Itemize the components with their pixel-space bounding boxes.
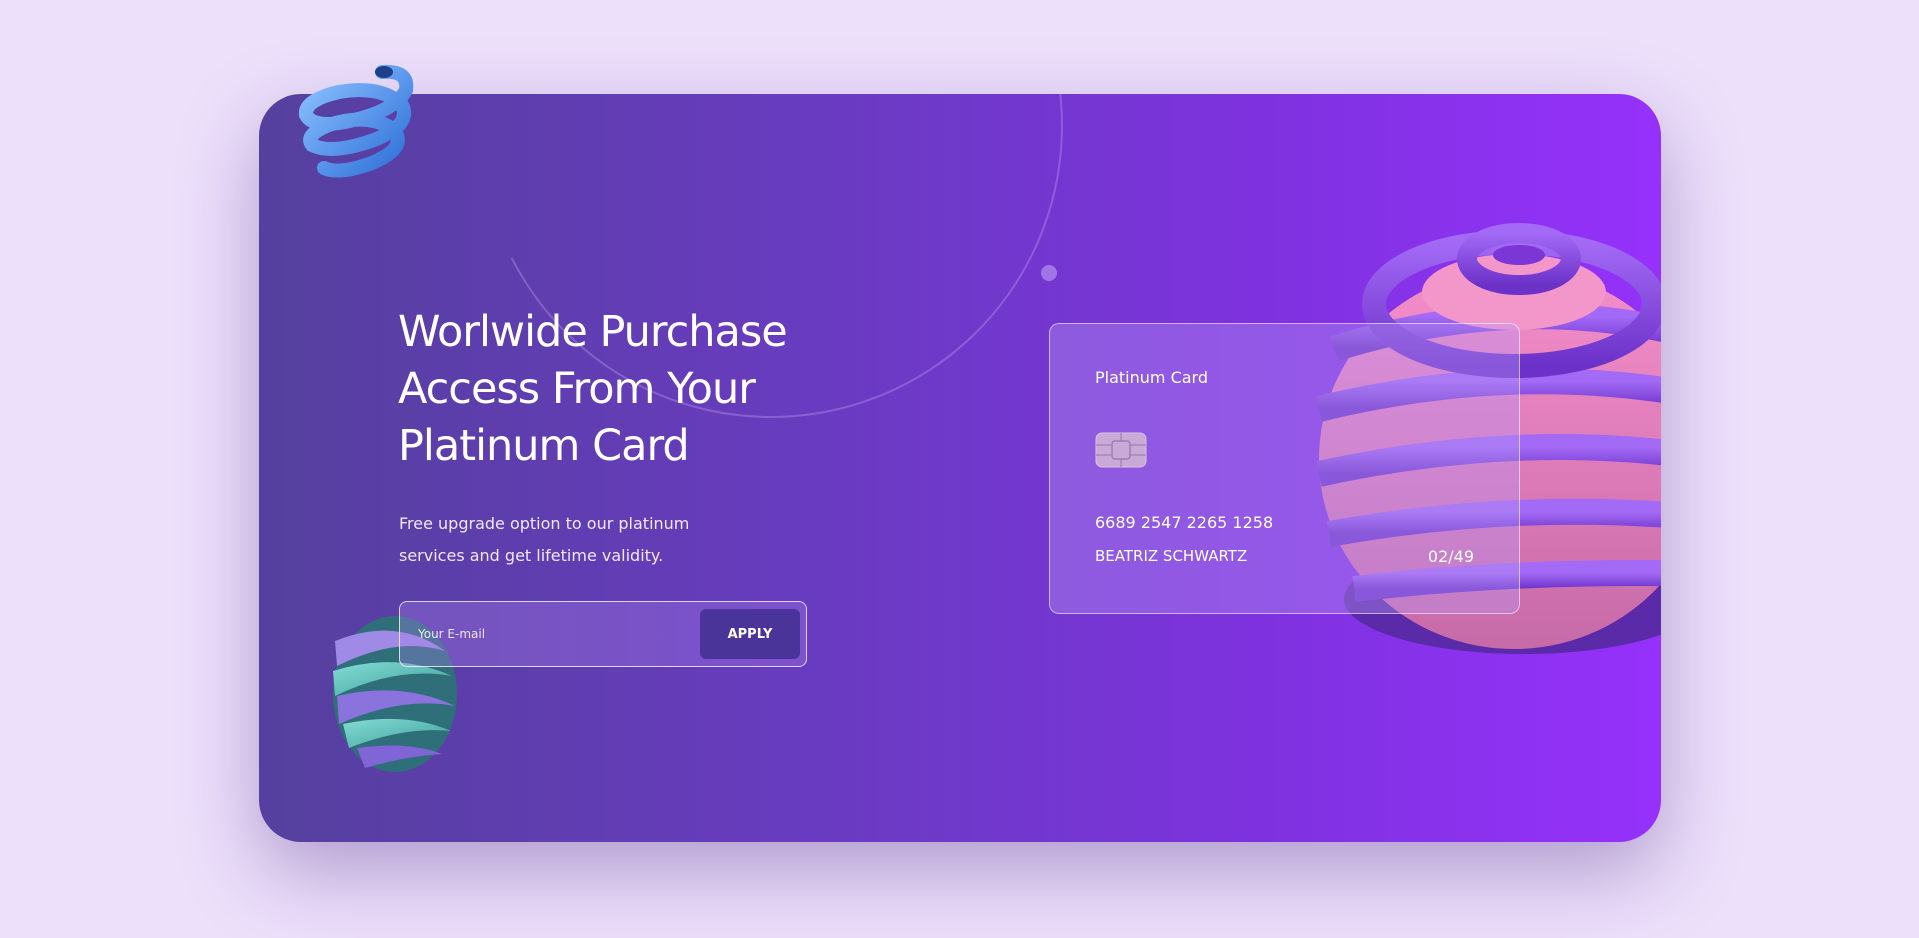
page-title: Worlwide Purchase Access From Your Plati…	[398, 304, 878, 475]
title-line: Worlwide Purchase	[398, 307, 788, 357]
subtitle-line: services and get lifetime validity.	[399, 546, 664, 565]
email-signup-form: APPLY	[399, 601, 807, 667]
title-line: Access From Your	[398, 364, 756, 414]
page-stage: Worlwide Purchase Access From Your Plati…	[0, 0, 1919, 938]
apply-button[interactable]: APPLY	[700, 609, 800, 659]
spiral-coil-illustration	[298, 64, 414, 178]
card-number: 6689 2547 2265 1258	[1095, 513, 1274, 532]
hero-banner: Worlwide Purchase Access From Your Plati…	[259, 94, 1661, 842]
platinum-card: Platinum Card 6689 2547 2265 1258 BEATRI…	[1049, 323, 1520, 614]
page-subtitle: Free upgrade option to our platinum serv…	[399, 508, 699, 572]
card-expiry-date: 02/49	[1427, 547, 1474, 566]
email-input[interactable]	[400, 602, 700, 666]
card-holder-name: BEATRIZ SCHWARTZ	[1095, 547, 1248, 565]
card-name: Platinum Card	[1095, 368, 1208, 387]
card-chip-icon	[1095, 432, 1147, 468]
title-line: Platinum Card	[398, 421, 690, 471]
subtitle-line: Free upgrade option to our platinum	[399, 514, 690, 533]
decorative-dot	[1041, 265, 1057, 281]
